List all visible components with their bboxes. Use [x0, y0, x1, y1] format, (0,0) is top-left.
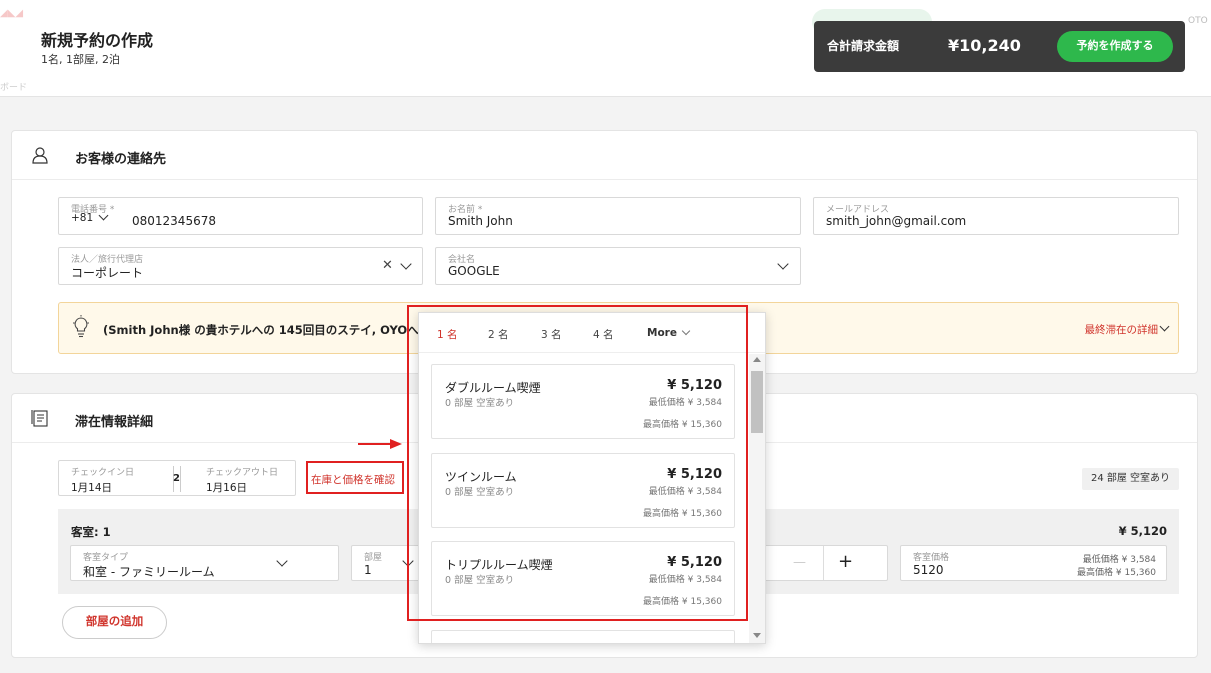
arrow-right-icon	[358, 439, 402, 449]
chevron-down-icon[interactable]	[276, 555, 288, 567]
tab-4-guests[interactable]: 4 名	[593, 327, 614, 342]
room-type-value[interactable]: 和室 - ファミリールーム	[83, 563, 215, 580]
room-option-card[interactable]	[431, 630, 735, 643]
checkout-value[interactable]: 1月16日	[206, 480, 247, 495]
guest-history-text: (Smith John様 の貴ホテルへの 145回目のステイ, OYOへの	[103, 323, 431, 337]
contact-section-title: お客様の連絡先	[75, 152, 167, 167]
room-type-label: 客室タイプ	[83, 553, 129, 563]
create-booking-button[interactable]: 予約を作成する	[1057, 31, 1173, 62]
rooms-label: 部屋	[364, 553, 383, 563]
ghost-right-text: OTO	[1188, 16, 1208, 26]
room-option-name: ダブルルーム喫煙	[445, 381, 541, 395]
room-price-label: 客室価格	[913, 553, 950, 563]
chevron-down-icon[interactable]	[681, 326, 691, 336]
add-room-button[interactable]: 部屋の追加	[62, 606, 167, 639]
room-option-price: ¥ 5,120	[667, 467, 722, 482]
user-icon	[32, 147, 48, 164]
room-option-name: ツインルーム	[445, 470, 517, 484]
room-option-card[interactable]: ツインルーム 0 部屋 空室あり ¥ 5,120 最低価格 ¥ 3,584 最高…	[431, 453, 735, 528]
lightbulb-icon	[73, 315, 89, 338]
agency-select[interactable]: 法人／旅行代理店 コーポレート ✕	[58, 247, 423, 285]
clear-icon[interactable]: ✕	[382, 258, 393, 273]
chevron-down-icon[interactable]	[777, 258, 789, 270]
name-field[interactable]: お名前 * Smith John	[435, 197, 801, 235]
rooms-count-select[interactable]: 部屋 1	[351, 545, 421, 581]
phone-input[interactable]: 08012345678	[132, 214, 216, 228]
room-option-availability: 0 部屋 空室あり	[445, 398, 515, 409]
document-icon	[31, 410, 48, 427]
increment-button[interactable]: +	[838, 551, 853, 572]
room-option-availability: 0 部屋 空室あり	[445, 487, 515, 498]
check-availability-label[interactable]: 在庫と価格を確認	[311, 472, 395, 487]
last-stay-details-link[interactable]: 最終滞在の詳細	[1085, 322, 1159, 337]
phone-country-code[interactable]: +81	[71, 212, 93, 224]
room-label: 客室: 1	[71, 525, 111, 539]
page-subtitle: 1名, 1部屋, 2泊	[41, 53, 120, 66]
email-input[interactable]: smith_john@gmail.com	[826, 214, 966, 228]
checkin-value[interactable]: 1月14日	[71, 480, 112, 495]
room-option-max-price: 最高価格 ¥ 15,360	[643, 597, 722, 607]
room-option-max-price: 最高価格 ¥ 15,360	[643, 420, 722, 430]
ghost-nav-text: ボード	[0, 83, 28, 93]
room-total-price: ¥ 5,120	[1118, 524, 1167, 538]
chevron-down-icon[interactable]	[400, 258, 412, 270]
room-price-input[interactable]: 5120	[913, 563, 944, 577]
name-input[interactable]: Smith John	[448, 214, 513, 228]
availability-badge: 24 部屋 空室あり	[1082, 468, 1179, 490]
agency-value[interactable]: コーポレート	[71, 264, 143, 281]
chevron-down-icon[interactable]	[402, 555, 414, 567]
room-max-price: 最高価格 ¥ 15,360	[1077, 568, 1156, 578]
check-availability-link[interactable]: 在庫と価格を確認	[306, 461, 404, 494]
total-amount: ¥10,240	[948, 36, 1021, 55]
checkout-label: チェックアウト日	[206, 468, 279, 478]
tab-more[interactable]: More	[647, 327, 677, 339]
company-value[interactable]: GOOGLE	[448, 264, 500, 278]
email-field[interactable]: メールアドレス smith_john@gmail.com	[813, 197, 1179, 235]
date-range-picker[interactable]: チェックイン日 1月14日 2 チェックアウト日 1月16日	[58, 460, 296, 496]
room-option-price: ¥ 5,120	[667, 378, 722, 393]
room-option-min-price: 最低価格 ¥ 3,584	[648, 487, 722, 497]
rooms-value[interactable]: 1	[364, 563, 372, 577]
quantity-stepper[interactable]: — +	[764, 545, 888, 581]
company-select[interactable]: 会社名 GOOGLE	[435, 247, 801, 285]
room-availability-popup: 1 名 2 名 3 名 4 名 More ダブルルーム喫煙 0 部屋 空室あり …	[418, 312, 766, 644]
tab-3-guests[interactable]: 3 名	[541, 327, 562, 342]
nights-count: 2	[173, 473, 180, 484]
room-option-card[interactable]: ダブルルーム喫煙 0 部屋 空室あり ¥ 5,120 最低価格 ¥ 3,584 …	[431, 364, 735, 439]
room-type-select[interactable]: 客室タイプ 和室 - ファミリールーム	[70, 545, 339, 581]
scroll-down-icon[interactable]	[753, 633, 761, 638]
room-option-availability: 0 部屋 空室あり	[445, 575, 515, 586]
room-option-min-price: 最低価格 ¥ 3,584	[648, 575, 722, 585]
page-title: 新規予約の作成	[41, 31, 154, 50]
tab-2-guests[interactable]: 2 名	[488, 327, 509, 342]
room-min-price: 最低価格 ¥ 3,584	[1082, 555, 1156, 565]
room-option-card[interactable]: トリプルルーム喫煙 0 部屋 空室あり ¥ 5,120 最低価格 ¥ 3,584…	[431, 541, 735, 616]
total-bar: 合計請求金額 ¥10,240 予約を作成する	[814, 21, 1185, 72]
phone-field[interactable]: 電話番号 * +81 08012345678	[58, 197, 423, 235]
occupancy-tabs: 1 名 2 名 3 名 4 名 More	[419, 313, 765, 353]
chevron-down-icon[interactable]	[1159, 321, 1170, 332]
scrollbar-thumb[interactable]	[751, 371, 763, 433]
room-option-max-price: 最高価格 ¥ 15,360	[643, 509, 722, 519]
room-price-field[interactable]: 客室価格 5120 最低価格 ¥ 3,584 最高価格 ¥ 15,360	[900, 545, 1167, 581]
total-label: 合計請求金額	[827, 39, 900, 53]
room-option-min-price: 最低価格 ¥ 3,584	[648, 398, 722, 408]
stay-section-title: 滞在情報詳細	[75, 415, 154, 430]
stepper-divider	[823, 546, 824, 580]
decrement-button[interactable]: —	[793, 555, 806, 570]
logo-ghost: ◢◣◢	[0, 8, 24, 19]
checkin-label: チェックイン日	[71, 468, 135, 478]
tab-1-guest[interactable]: 1 名	[437, 327, 458, 342]
room-option-name: トリプルルーム喫煙	[445, 558, 553, 572]
contact-card-header: お客様の連絡先	[12, 131, 1197, 180]
scroll-up-icon[interactable]	[753, 357, 761, 362]
room-option-price: ¥ 5,120	[667, 555, 722, 570]
